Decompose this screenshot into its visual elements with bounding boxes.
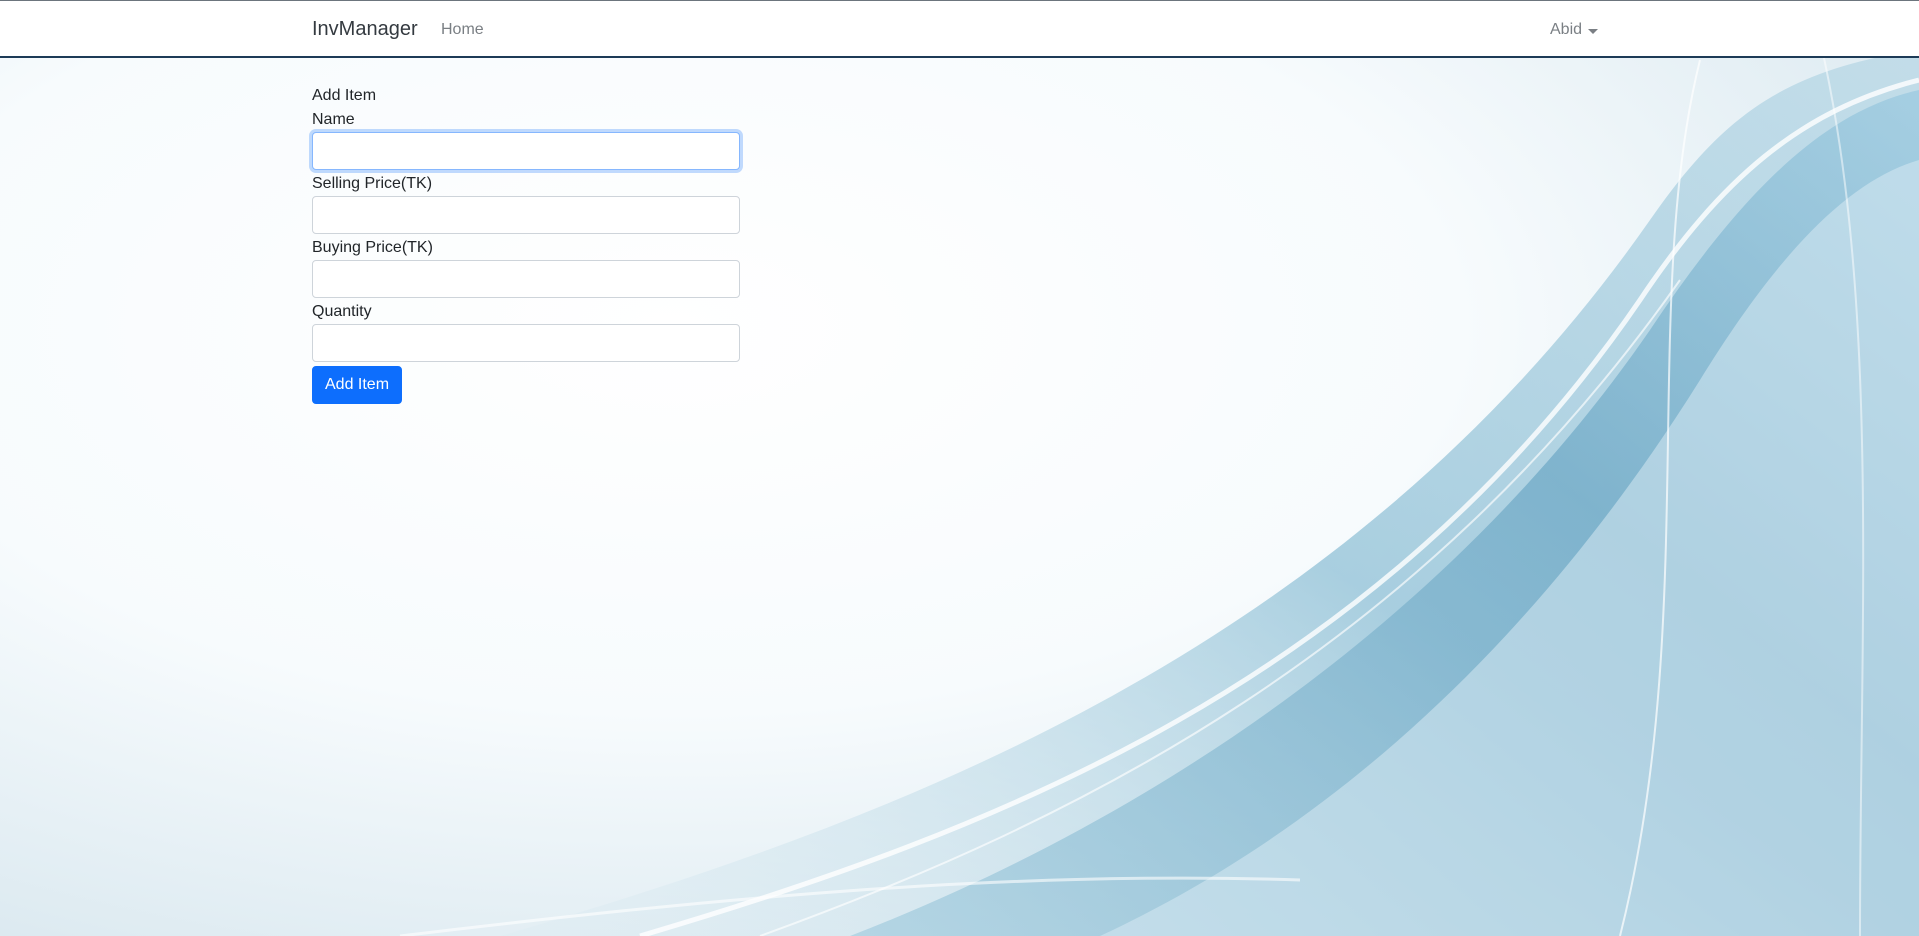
quantity-label: Quantity <box>312 303 372 320</box>
name-input[interactable] <box>312 132 740 170</box>
caret-down-icon <box>1588 28 1599 34</box>
buying-price-input[interactable] <box>312 260 740 298</box>
brand-link[interactable]: InvManager <box>312 18 418 41</box>
top-navbar: InvManager Home Abid <box>0 0 1919 58</box>
add-item-button[interactable]: Add Item <box>312 366 403 404</box>
name-label: Name <box>312 111 355 128</box>
form-title: Add Item <box>312 87 377 104</box>
add-item-form: Add Item Name Selling Price(TK) Buying P… <box>312 86 742 404</box>
quantity-input[interactable] <box>312 324 740 362</box>
user-name: Abid <box>1550 21 1583 38</box>
nav-link-home[interactable]: Home <box>441 21 484 39</box>
user-dropdown[interactable]: Abid <box>1550 21 1599 39</box>
background-wave-image <box>0 0 1919 936</box>
selling-price-input[interactable] <box>312 196 740 234</box>
selling-price-label: Selling Price(TK) <box>312 175 433 192</box>
buying-price-label: Buying Price(TK) <box>312 239 433 256</box>
